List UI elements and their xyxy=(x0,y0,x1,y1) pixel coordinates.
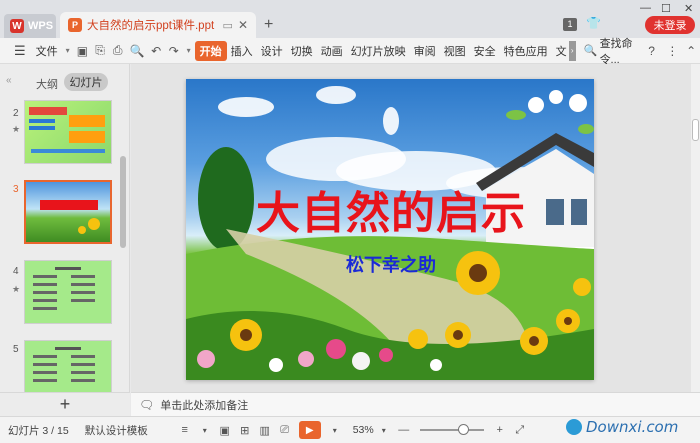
file-menu[interactable]: 文件 xyxy=(32,43,62,59)
panel-scrollbar[interactable] xyxy=(120,156,126,248)
watermark-logo-icon xyxy=(566,419,582,435)
current-slide[interactable]: 大自然的启示 松下幸之助 xyxy=(186,79,594,380)
tab-transitions[interactable]: 切换 xyxy=(287,43,317,59)
tab-overflow[interactable]: 文 xyxy=(552,43,567,59)
tab-slides[interactable]: 幻灯片 xyxy=(64,73,108,91)
search-placeholder: 查找命令... xyxy=(599,37,633,66)
slide-subtitle[interactable]: 松下幸之助 xyxy=(336,251,446,277)
tab-design[interactable]: 设计 xyxy=(257,43,287,59)
tab-security[interactable]: 安全 xyxy=(470,43,500,59)
thumbnail-number: 3 xyxy=(13,184,19,195)
animation-star-icon: ★ xyxy=(12,284,21,294)
title-bar: W WPS P 大自然的启示ppt课件.ppt ▭ ✕ + — ☐ ✕ 1 👕 … xyxy=(0,0,700,38)
document-name: 大自然的启示ppt课件.ppt xyxy=(87,20,215,32)
thumbnail-content xyxy=(33,347,95,382)
save-icon[interactable]: ▣ xyxy=(77,43,89,59)
tab-review[interactable]: 审阅 xyxy=(410,43,440,59)
normal-view-icon[interactable]: ▣ xyxy=(218,423,232,437)
export-pdf-icon[interactable]: ⎘ xyxy=(94,43,106,59)
tab-outline[interactable]: 大纲 xyxy=(36,76,58,92)
login-button[interactable]: 未登录 xyxy=(645,16,695,34)
zoom-level[interactable]: 53% xyxy=(353,424,374,436)
slide-canvas: 大自然的启示 松下幸之助 xyxy=(131,64,691,392)
slide-thumbnail[interactable] xyxy=(24,100,112,164)
chevron-down-icon[interactable]: ▾ xyxy=(183,46,195,55)
presenter-view-icon[interactable]: ⎚ xyxy=(278,423,292,437)
tab-slideshow[interactable]: 幻灯片放映 xyxy=(347,43,410,59)
zoom-slider-knob[interactable] xyxy=(457,424,469,435)
chevron-down-icon[interactable]: ▾ xyxy=(62,46,74,55)
monitor-icon[interactable]: ▭ xyxy=(223,19,233,32)
more-options-icon[interactable]: ⋮ xyxy=(666,43,678,59)
window-count-badge[interactable]: 1 xyxy=(563,18,577,31)
zoom-out-icon[interactable]: — xyxy=(397,423,411,437)
minimize-icon[interactable]: — xyxy=(640,2,651,14)
print-preview-icon[interactable]: 🔍 xyxy=(129,43,144,59)
document-tab[interactable]: P 大自然的启示ppt课件.ppt ▭ ✕ xyxy=(60,12,256,38)
animation-star-icon: ★ xyxy=(12,124,21,134)
notes-icon: 🗨 xyxy=(139,397,155,412)
ppt-file-icon: P xyxy=(68,18,82,32)
hamburger-icon[interactable]: ☰ xyxy=(10,43,30,59)
tab-features[interactable]: 特色应用 xyxy=(500,43,552,59)
notes-bar[interactable]: 🗨 单击此处添加备注 xyxy=(131,392,700,416)
app-name: WPS xyxy=(28,20,54,32)
slide-counter: 幻灯片 3 / 15 xyxy=(8,424,69,437)
thumbnail-number: 2 xyxy=(13,108,19,119)
slide-thumbnail[interactable] xyxy=(24,260,112,324)
scroll-right-icon[interactable]: › xyxy=(568,40,576,61)
tab-insert[interactable]: 插入 xyxy=(227,43,257,59)
undo-icon[interactable]: ↶ xyxy=(150,43,162,59)
search-icon: 🔍 xyxy=(583,45,598,57)
chevron-down-icon[interactable]: ▾ xyxy=(377,423,391,437)
thumbnail-number: 4 xyxy=(13,266,19,277)
panel-tabs: « 大纲 幻灯片 xyxy=(0,72,130,92)
tab-view[interactable]: 视图 xyxy=(440,43,470,59)
scrollbar-thumb[interactable] xyxy=(692,119,699,141)
sorter-view-icon[interactable]: ⊞ xyxy=(238,423,252,437)
reading-view-icon[interactable]: ▥ xyxy=(258,423,272,437)
align-icon[interactable]: ≡ xyxy=(178,423,192,437)
window-close-icon[interactable]: ✕ xyxy=(684,2,693,15)
thumbnail-content xyxy=(33,267,95,310)
tab-animations[interactable]: 动画 xyxy=(317,43,347,59)
play-slideshow-button[interactable]: ▶ xyxy=(298,421,321,439)
redo-icon[interactable]: ↷ xyxy=(168,43,180,59)
template-name[interactable]: 默认设计模板 xyxy=(85,423,148,438)
wps-home-tab[interactable]: W WPS xyxy=(4,14,56,38)
notes-placeholder[interactable]: 单击此处添加备注 xyxy=(160,397,248,413)
fit-window-icon[interactable]: ⤢ xyxy=(513,423,527,437)
canvas-scrollbar[interactable] xyxy=(691,64,700,392)
zoom-in-icon[interactable]: + xyxy=(493,423,507,437)
thumbnail-content xyxy=(29,107,105,153)
close-tab-icon[interactable]: ✕ xyxy=(238,18,248,32)
watermark-text: Downxi.com xyxy=(586,418,679,436)
chevron-down-icon[interactable]: ▾ xyxy=(198,423,212,437)
thumbnail-number: 5 xyxy=(13,344,19,355)
wps-logo-icon: W xyxy=(10,19,24,33)
collapse-panel-icon[interactable]: « xyxy=(6,75,12,86)
tab-home[interactable]: 开始 xyxy=(194,40,227,61)
print-icon[interactable]: ⎙ xyxy=(112,43,124,59)
collapse-ribbon-icon[interactable]: ⌃ xyxy=(685,43,697,59)
slide-panel: « 大纲 幻灯片 2 ★ 3 4 ★ 5 xyxy=(0,64,130,404)
add-slide-icon[interactable]: + xyxy=(0,392,130,416)
watermark: Downxi.com xyxy=(566,418,678,436)
slide-thumbnail-selected[interactable] xyxy=(24,180,112,244)
menu-bar: ☰ 文件 ▾ ▣ ⎘ ⎙ 🔍 ↶ ↷ ▾ 开始 插入 设计 切换 动画 幻灯片放… xyxy=(0,35,700,67)
skin-icon[interactable]: 👕 xyxy=(586,16,604,32)
new-tab-icon[interactable]: + xyxy=(264,16,273,34)
thumbnail-content xyxy=(40,200,100,234)
chevron-down-icon[interactable]: ▾ xyxy=(328,423,342,437)
zoom-slider[interactable] xyxy=(419,424,484,435)
command-search[interactable]: 🔍 查找命令... xyxy=(584,35,634,67)
maximize-icon[interactable]: ☐ xyxy=(661,2,671,15)
help-icon[interactable]: ? xyxy=(646,43,658,59)
slide-title[interactable]: 大自然的启示 xyxy=(226,177,556,241)
